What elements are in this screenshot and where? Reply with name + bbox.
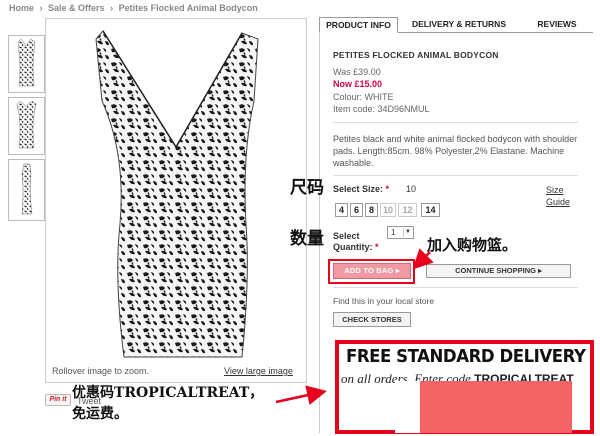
arrow-to-promo	[275, 385, 327, 405]
annotation-arrows	[275, 248, 434, 405]
arrow-to-add-bag	[412, 248, 434, 270]
